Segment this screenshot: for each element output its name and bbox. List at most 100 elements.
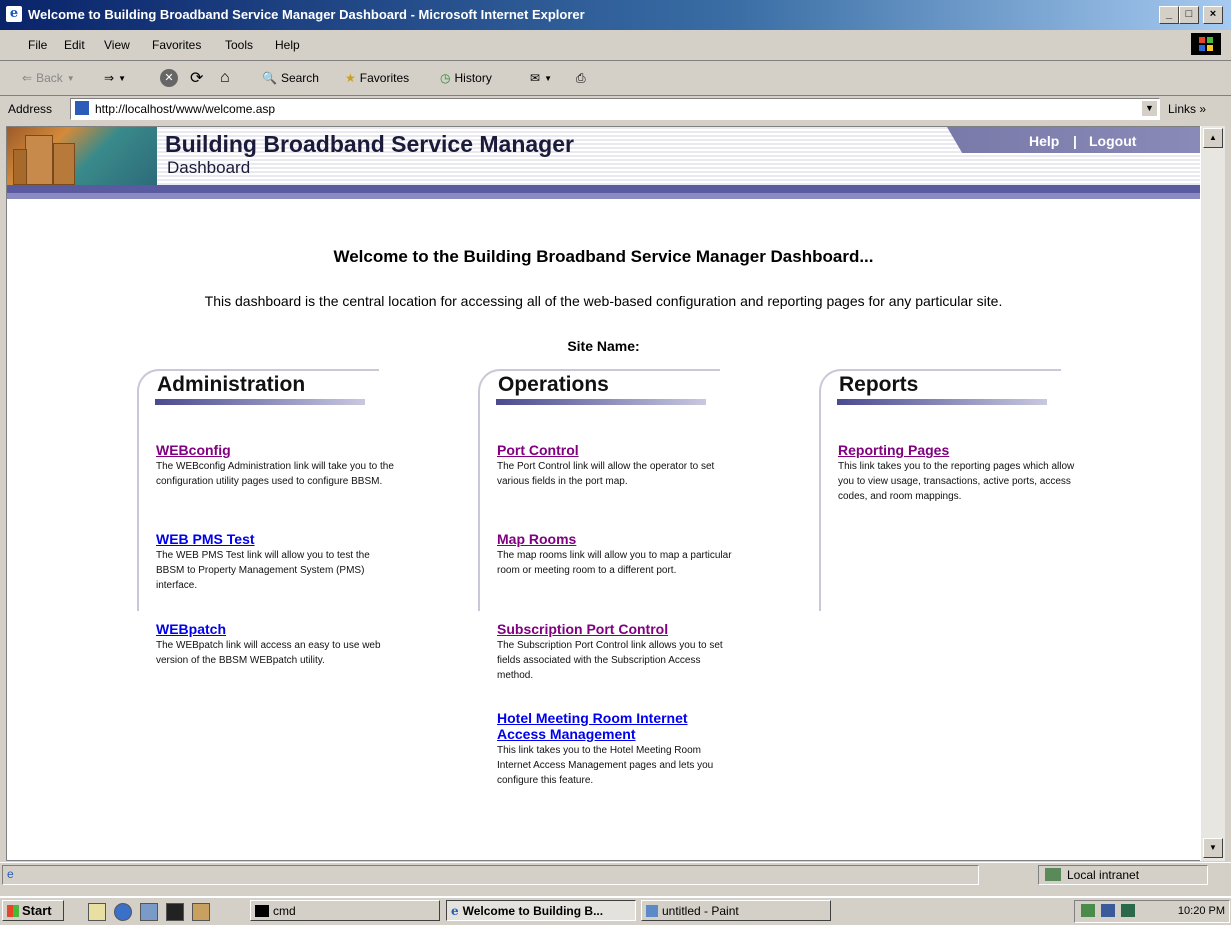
zone-label: Local intranet bbox=[1067, 868, 1140, 882]
search-label: Search bbox=[280, 71, 319, 85]
forward-button[interactable]: ⇒ ▼ bbox=[104, 67, 126, 89]
paint-icon bbox=[646, 904, 658, 917]
forward-arrow-icon: ⇒ bbox=[104, 71, 115, 85]
link-description: The Port Control link will allow the ope… bbox=[497, 461, 715, 487]
intranet-icon bbox=[1045, 868, 1061, 881]
toolbar: ⇐ Back ▼ ⇒ ▼ ✕ ⟳ ⌂ 🔍 Search ★ Favorites … bbox=[0, 61, 1231, 96]
site-name-label: Site Name: bbox=[567, 338, 640, 354]
address-input[interactable]: http://localhost/www/welcome.asp ▼ bbox=[70, 98, 1160, 120]
ie-logo-icon: e bbox=[6, 6, 22, 22]
menu-help[interactable]: Help bbox=[275, 38, 300, 52]
explorer-quicklaunch-icon[interactable] bbox=[140, 903, 158, 921]
web-pms-test-link[interactable]: WEB PMS Test bbox=[156, 531, 396, 547]
refresh-button[interactable]: ⟳ bbox=[190, 67, 203, 89]
task-label: Welcome to Building B... bbox=[462, 903, 604, 918]
menu-favorites[interactable]: Favorites bbox=[152, 38, 201, 52]
taskbar-item-paint[interactable]: untitled - Paint bbox=[641, 900, 831, 921]
search-button[interactable]: 🔍 Search bbox=[262, 67, 319, 89]
menu-view[interactable]: View bbox=[104, 38, 130, 52]
link-description: This link takes you to the reporting pag… bbox=[838, 461, 1075, 502]
menu-bar: File Edit View Favorites Tools Help bbox=[0, 30, 1231, 61]
menu-file[interactable]: File bbox=[28, 38, 47, 52]
page-status-icon: e bbox=[7, 867, 14, 881]
back-arrow-icon: ⇐ bbox=[22, 71, 33, 85]
history-button[interactable]: ◷ History bbox=[440, 67, 492, 89]
hotel-meeting-room-link[interactable]: Hotel Meeting Room Internet Access Manag… bbox=[497, 710, 727, 742]
list-item: Reporting Pages This link takes you to t… bbox=[838, 442, 1078, 504]
webconfig-link[interactable]: WEBconfig bbox=[156, 442, 396, 458]
show-desktop-icon[interactable] bbox=[88, 903, 106, 921]
subscription-port-control-link[interactable]: Subscription Port Control bbox=[497, 621, 737, 637]
chevron-down-icon: ▼ bbox=[66, 73, 75, 83]
address-bar: Address http://localhost/www/welcome.asp… bbox=[0, 95, 1231, 123]
reports-section: Reports Reporting Pages This link takes … bbox=[819, 369, 1099, 611]
scroll-up-button[interactable]: ▲ bbox=[1203, 128, 1223, 148]
logout-link[interactable]: Logout bbox=[1089, 133, 1136, 149]
links-button[interactable]: Links » bbox=[1168, 102, 1206, 116]
vertical-scrollbar[interactable]: ▲ ▼ bbox=[1200, 126, 1225, 861]
reporting-pages-link[interactable]: Reporting Pages bbox=[838, 442, 1078, 458]
section-underline bbox=[155, 399, 365, 405]
stop-button[interactable]: ✕ bbox=[160, 67, 178, 89]
volume-icon[interactable] bbox=[1101, 904, 1115, 917]
cmd-quicklaunch-icon[interactable] bbox=[166, 903, 184, 921]
link-description: The map rooms link will allow you to map… bbox=[497, 550, 732, 576]
display-icon[interactable] bbox=[1121, 904, 1135, 917]
taskbar: Start cmd e Welcome to Building B... unt… bbox=[0, 896, 1231, 925]
help-link[interactable]: Help bbox=[1029, 133, 1059, 149]
start-button[interactable]: Start bbox=[2, 900, 64, 921]
list-item: Subscription Port Control The Subscripti… bbox=[497, 621, 737, 683]
mail-button[interactable]: ✉ ▼ bbox=[530, 67, 552, 89]
close-button[interactable]: × bbox=[1203, 6, 1223, 24]
ie-quicklaunch-icon[interactable] bbox=[114, 903, 132, 921]
status-text-area: e bbox=[2, 865, 979, 885]
building-logo-image bbox=[7, 127, 157, 187]
network-icon[interactable] bbox=[1081, 904, 1095, 917]
taskbar-item-cmd[interactable]: cmd bbox=[250, 900, 440, 921]
clock: 10:20 PM bbox=[1177, 905, 1225, 917]
link-description: The Subscription Port Control link allow… bbox=[497, 640, 723, 681]
windows-flag-icon bbox=[7, 904, 19, 917]
webpatch-link[interactable]: WEBpatch bbox=[156, 621, 396, 637]
list-item: WEB PMS Test The WEB PMS Test link will … bbox=[156, 531, 396, 593]
menu-edit[interactable]: Edit bbox=[64, 38, 85, 52]
list-item: Port Control The Port Control link will … bbox=[497, 442, 737, 489]
print-icon: ⎙ bbox=[576, 70, 586, 85]
address-url: http://localhost/www/welcome.asp bbox=[95, 102, 276, 116]
taskbar-item-ie[interactable]: e Welcome to Building B... bbox=[446, 900, 636, 921]
chevron-down-icon: ▼ bbox=[118, 73, 126, 83]
favorites-button[interactable]: ★ Favorites bbox=[345, 67, 409, 89]
tools-quicklaunch-icon[interactable] bbox=[192, 903, 210, 921]
search-icon: 🔍 bbox=[262, 71, 277, 85]
system-tray: 10:20 PM bbox=[1074, 900, 1230, 923]
home-button[interactable]: ⌂ bbox=[220, 67, 230, 89]
app-subtitle: Dashboard bbox=[167, 158, 251, 177]
list-item: Hotel Meeting Room Internet Access Manag… bbox=[497, 710, 727, 788]
link-description: This link takes you to the Hotel Meeting… bbox=[497, 745, 714, 786]
back-button[interactable]: ⇐ Back ▼ bbox=[22, 67, 75, 89]
page-viewport: Building Broadband Service Manager Dashb… bbox=[6, 126, 1201, 861]
menu-tools[interactable]: Tools bbox=[225, 38, 253, 52]
minimize-button[interactable]: _ bbox=[1159, 6, 1179, 24]
ie-task-icon: e bbox=[451, 903, 459, 918]
security-zone: Local intranet bbox=[1038, 865, 1208, 885]
list-item: WEBpatch The WEBpatch link will access a… bbox=[156, 621, 396, 668]
welcome-heading: Welcome to the Building Broadband Servic… bbox=[333, 247, 874, 266]
address-dropdown-button[interactable]: ▼ bbox=[1142, 101, 1157, 116]
favorites-label: Favorites bbox=[359, 71, 410, 85]
map-rooms-link[interactable]: Map Rooms bbox=[497, 531, 737, 547]
port-control-link[interactable]: Port Control bbox=[497, 442, 737, 458]
site-banner: Building Broadband Service Manager Dashb… bbox=[7, 127, 1200, 203]
maximize-button[interactable]: □ bbox=[1179, 6, 1199, 24]
scroll-down-button[interactable]: ▼ bbox=[1203, 838, 1223, 858]
print-button[interactable]: ⎙ bbox=[576, 67, 586, 89]
window-title: Welcome to Building Broadband Service Ma… bbox=[28, 7, 585, 22]
section-title: Operations bbox=[498, 373, 609, 396]
banner-stripe-light bbox=[7, 193, 1200, 199]
home-icon: ⌂ bbox=[220, 69, 230, 86]
refresh-icon: ⟳ bbox=[190, 70, 204, 87]
page-icon bbox=[75, 101, 89, 115]
operations-section: Operations Port Control The Port Control… bbox=[478, 369, 758, 786]
link-description: The WEBpatch link will access an easy to… bbox=[156, 640, 381, 666]
window-titlebar[interactable]: e Welcome to Building Broadband Service … bbox=[0, 0, 1231, 30]
